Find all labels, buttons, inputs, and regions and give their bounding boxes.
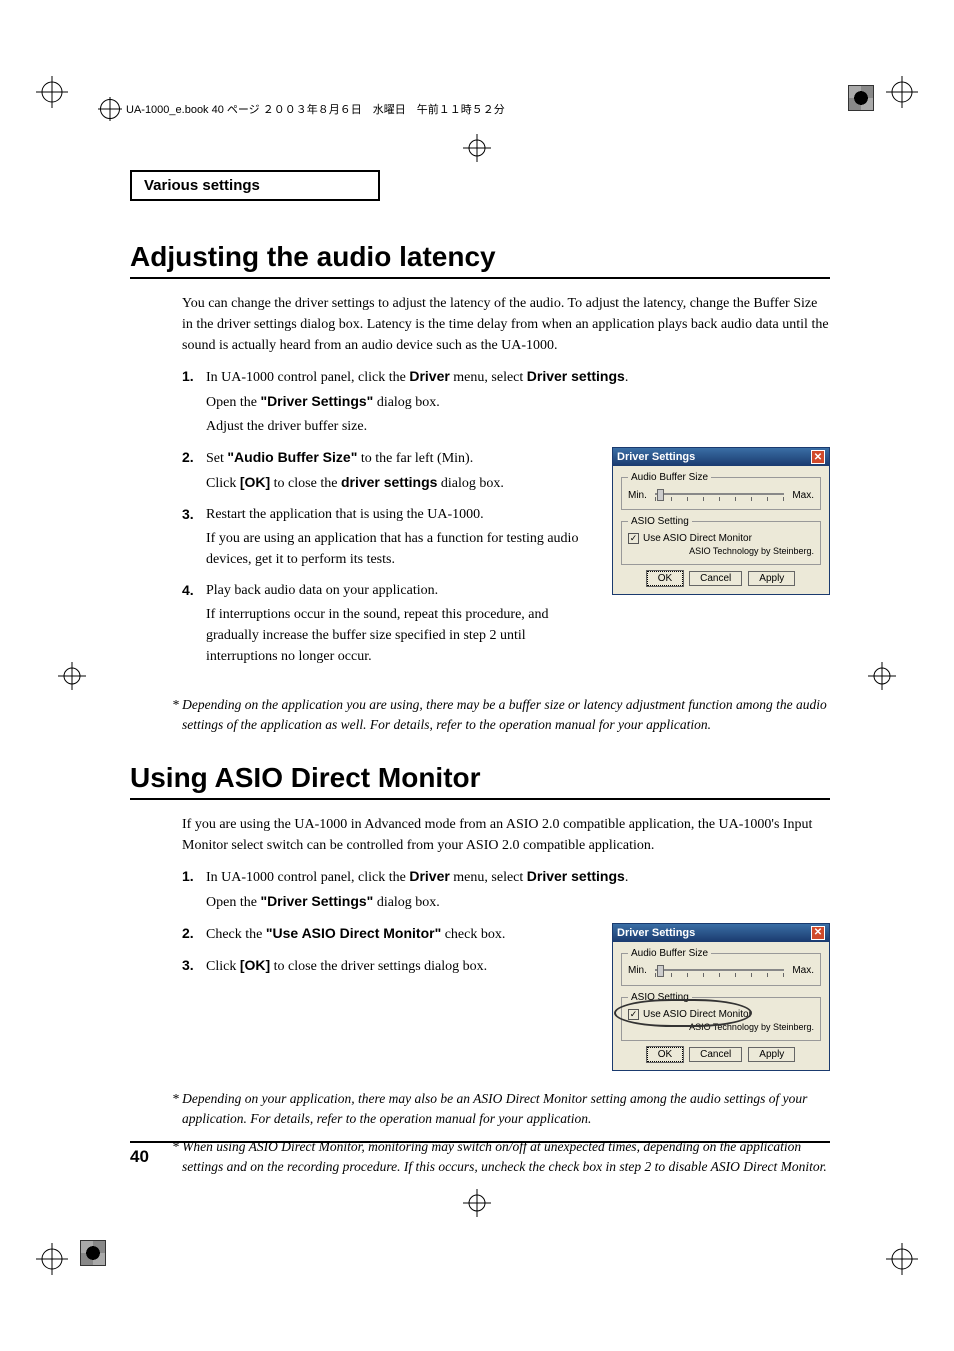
section2-title: Using ASIO Direct Monitor (130, 762, 830, 800)
crop-mark-icon (36, 76, 68, 108)
asio-setting-group: ASIO Setting ✓ Use ASIO Direct Monitor A… (621, 992, 821, 1041)
footer-rule (130, 1141, 830, 1143)
crop-mark-icon (886, 76, 918, 108)
asio-legend: ASIO Setting (628, 992, 692, 1003)
asio-setting-group: ASIO Setting ✓ Use ASIO Direct Monitor A… (621, 516, 821, 565)
close-icon[interactable]: ✕ (811, 450, 825, 464)
cancel-button[interactable]: Cancel (689, 571, 742, 586)
crop-mark-icon (36, 1243, 68, 1275)
apply-button[interactable]: Apply (748, 1047, 795, 1062)
crop-mark-icon (461, 132, 493, 164)
asio-checkbox[interactable]: ✓ (628, 533, 639, 544)
driver-settings-dialog-2: Driver Settings ✕ Audio Buffer Size Min. (612, 923, 830, 1071)
apply-button[interactable]: Apply (748, 571, 795, 586)
ok-button[interactable]: OK (647, 571, 683, 586)
step2-1: In UA-1000 control panel, click the Driv… (182, 866, 830, 913)
section1-intro: You can change the driver settings to ad… (182, 293, 830, 356)
driver-settings-dialog: Driver Settings ✕ Audio Buffer Size Min. (612, 447, 830, 595)
target-icon (100, 99, 120, 119)
step-2: Set "Audio Buffer Size" to the far left … (182, 447, 594, 494)
asio-checkbox[interactable]: ✓ (628, 1009, 639, 1020)
dialog-titlebar[interactable]: Driver Settings ✕ (613, 924, 829, 942)
registration-mark-icon (848, 85, 874, 111)
dialog-titlebar[interactable]: Driver Settings ✕ (613, 448, 829, 466)
buffer-size-slider[interactable] (655, 965, 784, 977)
registration-mark-icon (80, 1240, 106, 1266)
dialog-title: Driver Settings (617, 451, 695, 463)
min-label: Min. (628, 490, 647, 501)
max-label: Max. (792, 490, 814, 501)
crop-mark-icon (461, 1187, 493, 1219)
step2-3: Click [OK] to close the driver settings … (182, 955, 594, 977)
section2-footnote2: * When using ASIO Direct Monitor, monito… (172, 1137, 830, 1178)
section-tab: Various settings (130, 170, 380, 201)
max-label: Max. (792, 965, 814, 976)
section2-footnote1: * Depending on your application, there m… (172, 1089, 830, 1130)
header-text: UA-1000_e.book 40 ページ ２００３年８月６日 水曜日 午前１１… (126, 101, 505, 117)
buffer-size-group: Audio Buffer Size Min. Max. (621, 472, 821, 510)
section2-intro: If you are using the UA-1000 in Advanced… (182, 814, 830, 856)
asio-checkbox-label: Use ASIO Direct Monitor (643, 1009, 752, 1020)
close-icon[interactable]: ✕ (811, 926, 825, 940)
asio-checkbox-label: Use ASIO Direct Monitor (643, 533, 752, 544)
step-1: In UA-1000 control panel, click the Driv… (182, 366, 830, 437)
section1-footnote: * Depending on the application you are u… (172, 695, 830, 736)
cancel-button[interactable]: Cancel (689, 1047, 742, 1062)
dialog-title: Driver Settings (617, 927, 695, 939)
step-4: Play back audio data on your application… (182, 580, 594, 667)
buffer-legend: Audio Buffer Size (628, 472, 711, 483)
crop-mark-icon (886, 1243, 918, 1275)
section1-title: Adjusting the audio latency (130, 241, 830, 279)
prepress-header: UA-1000_e.book 40 ページ ２００３年８月６日 水曜日 午前１１… (100, 99, 505, 119)
step-3: Restart the application that is using th… (182, 504, 594, 570)
buffer-size-group: Audio Buffer Size Min. Max. (621, 948, 821, 986)
min-label: Min. (628, 965, 647, 976)
crop-mark-icon (56, 660, 88, 692)
step2-2: Check the "Use ASIO Direct Monitor" chec… (182, 923, 594, 945)
crop-mark-icon (866, 660, 898, 692)
ok-button[interactable]: OK (647, 1047, 683, 1062)
asio-credit: ASIO Technology by Steinberg. (628, 1022, 814, 1032)
buffer-size-slider[interactable] (655, 489, 784, 501)
asio-legend: ASIO Setting (628, 516, 692, 527)
asio-credit: ASIO Technology by Steinberg. (628, 546, 814, 556)
page-number: 40 (130, 1147, 149, 1167)
buffer-legend: Audio Buffer Size (628, 948, 711, 959)
